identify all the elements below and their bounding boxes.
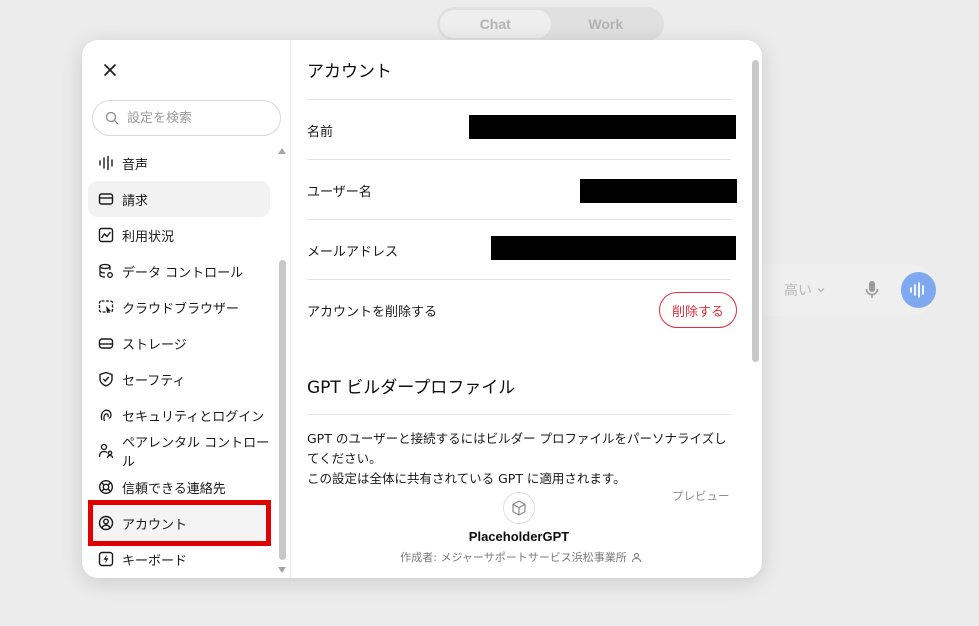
close-button[interactable]	[100, 60, 120, 80]
settings-nav: 音声 請求 利用状況 データ コントロール クラウドブラウザー ストレージ セー…	[88, 145, 270, 577]
search-input[interactable]	[127, 110, 267, 126]
settings-dialog: 音声 請求 利用状況 データ コントロール クラウドブラウザー ストレージ	[82, 40, 762, 578]
lifebuoy-icon	[98, 479, 114, 495]
gpt-author-text: 作成者: メジャーサポートサービス浜松事業所	[400, 551, 627, 564]
account-settings-panel: アカウント 名前 ユーザー名 メールアドレス アカウントを削除する 削除する G…	[291, 40, 762, 578]
sidebar-item-label: キーボード	[122, 553, 188, 569]
sidebar-item-storage[interactable]: ストレージ	[88, 325, 270, 361]
shield-check-icon	[99, 371, 113, 387]
usage-chart-icon	[98, 227, 114, 243]
gpt-name: PlaceholderGPT	[468, 529, 570, 544]
settings-sidebar: 音声 請求 利用状況 データ コントロール クラウドブラウザー ストレージ	[82, 40, 291, 578]
preview-label: プレビュー	[672, 489, 730, 503]
email-row: メールアドレス	[307, 220, 737, 280]
microphone-icon	[865, 281, 879, 298]
sidebar-item-keyboard[interactable]: キーボード	[88, 541, 270, 577]
tab-work[interactable]: Work	[551, 10, 662, 38]
gpt-author: 作成者: メジャーサポートサービス浜松事業所	[371, 549, 671, 565]
sidebar-item-label: 利用状況	[122, 229, 175, 245]
sidebar-scrollbar[interactable]	[279, 260, 286, 560]
sidebar-item-label: ペアレンタル コントロール	[122, 436, 270, 470]
content-scrollbar[interactable]	[752, 60, 759, 362]
sidebar-item-security-login[interactable]: セキュリティとログイン	[88, 397, 270, 433]
cloud-browser-icon	[98, 300, 114, 314]
credit-card-icon	[98, 193, 114, 205]
gpt-profile-description-line: GPT のユーザーと接続するにはビルダー プロファイルをパーソナライズしてくださ…	[307, 431, 727, 466]
microphone-button[interactable]	[861, 279, 883, 301]
sidebar-item-label: 信頼できる連絡先	[122, 481, 226, 497]
sidebar-item-label: セーフティ	[122, 373, 186, 389]
sidebar-item-label: クラウドブラウザー	[122, 301, 240, 317]
search-icon	[105, 111, 119, 125]
sidebar-item-account[interactable]: アカウント	[88, 505, 270, 541]
sidebar-scroll-down[interactable]	[278, 567, 286, 573]
sidebar-item-safety[interactable]: セーフティ	[88, 361, 270, 397]
gpt-profile-description: GPT のユーザーと接続するにはビルダー プロファイルをパーソナライズしてくださ…	[307, 429, 737, 489]
sidebar-item-label: アカウント	[122, 517, 188, 533]
mode-switch: Chat Work	[437, 7, 664, 41]
username-label: ユーザー名	[307, 184, 372, 200]
sidebar-item-parental-controls[interactable]: ペアレンタル コントロール	[88, 433, 270, 470]
sidebar-scroll-up[interactable]	[278, 148, 286, 154]
sidebar-item-data-controls[interactable]: データ コントロール	[88, 253, 270, 289]
user-circle-icon	[98, 515, 114, 531]
username-value-redacted	[580, 179, 737, 203]
parent-child-icon	[98, 443, 114, 459]
delete-account-label: アカウントを削除する	[307, 304, 438, 320]
fingerprint-icon	[100, 409, 112, 422]
sidebar-item-billing[interactable]: 請求	[88, 181, 270, 217]
username-row: ユーザー名	[307, 160, 737, 220]
sidebar-item-usage[interactable]: 利用状況	[88, 217, 270, 253]
tab-chat[interactable]: Chat	[440, 10, 551, 38]
delete-account-row: アカウントを削除する 削除する	[307, 280, 737, 340]
model-select-label: 高い	[784, 283, 812, 299]
database-gear-icon	[99, 263, 113, 278]
cube-icon	[512, 500, 526, 516]
sidebar-item-trusted-contacts[interactable]: 信頼できる連絡先	[88, 469, 270, 505]
user-icon	[631, 552, 641, 562]
gpt-profile-title: GPT ビルダープロファイル	[307, 378, 516, 398]
delete-account-button[interactable]: 削除する	[658, 292, 737, 328]
sidebar-item-label: 音声	[122, 157, 149, 173]
sidebar-item-label: 請求	[122, 193, 149, 209]
gpt-avatar	[503, 492, 535, 524]
divider	[307, 414, 731, 415]
page-title: アカウント	[307, 62, 392, 82]
settings-search[interactable]	[92, 100, 281, 136]
storage-drive-icon	[98, 338, 114, 349]
name-value-redacted	[469, 115, 736, 139]
chevron-down-icon	[817, 288, 825, 293]
sidebar-item-cloud-browser[interactable]: クラウドブラウザー	[88, 289, 270, 325]
sidebar-item-label: データ コントロール	[122, 265, 244, 281]
close-icon	[104, 64, 116, 76]
model-select[interactable]: 高い	[784, 280, 843, 300]
keyboard-lightning-icon	[98, 551, 114, 567]
voice-mode-button[interactable]	[900, 272, 936, 308]
sidebar-item-label: セキュリティとログイン	[122, 409, 265, 425]
email-label: メールアドレス	[307, 244, 399, 260]
sidebar-item-label: ストレージ	[122, 337, 187, 353]
gpt-profile-description-line: この設定は全体に共有されている GPT に適用されます。	[307, 471, 626, 486]
name-label: 名前	[307, 124, 334, 140]
email-value-redacted	[491, 236, 736, 260]
voice-wave-icon	[910, 282, 925, 298]
sidebar-item-voice[interactable]: 音声	[88, 145, 270, 181]
voice-wave-icon	[99, 155, 113, 171]
name-row: 名前	[307, 100, 737, 160]
